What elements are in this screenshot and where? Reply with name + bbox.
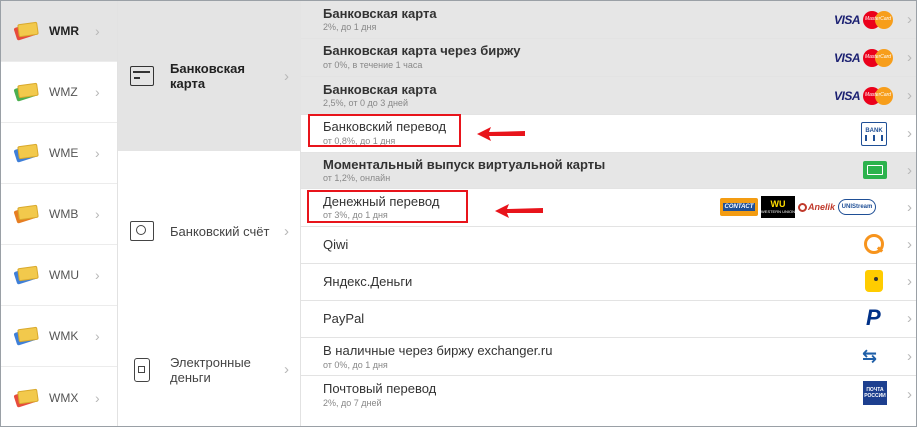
red-arrow-icon [477,127,525,141]
option-bank-card-2[interactable]: Банковская карта 2,5%, от 0 до 3 дней VI… [301,77,916,115]
option-subtitle: 2,5%, от 0 до 3 дней [323,98,408,108]
option-title: Банковская карта через биржу [323,43,521,58]
option-title: Qiwi [323,237,349,252]
method-type-list: Банковская карта › Банковский счёт › Эле… [118,1,301,426]
chevron-right-icon: › [907,199,912,216]
chevron-right-icon: › [95,145,100,161]
chevron-right-icon: › [95,267,100,283]
wallet-icon [13,204,39,224]
safe-icon [130,221,154,241]
chevron-right-icon: › [95,389,100,406]
chevron-right-icon: › [907,386,912,403]
yandex-money-icon [865,270,883,292]
wallet-icon [13,143,39,163]
chevron-right-icon: › [907,162,912,179]
option-qiwi[interactable]: Qiwi › [301,227,916,264]
wallet-icon [13,388,39,408]
russian-post-icon: ПОЧТА РОССИИ [863,381,887,405]
wallet-label: WMU [49,268,79,282]
contact-logo: CONTACT [720,198,758,216]
option-subtitle: от 0%, в течение 1 часа [323,60,423,70]
type-label: Банковская карта [170,61,245,91]
wallet-label: WMK [49,329,79,343]
wallet-item-wmx[interactable]: WMX › [1,367,117,426]
chevron-right-icon: › [907,273,912,290]
wallet-icon [13,21,39,41]
payment-option-list: Банковская карта 2%, до 1 дня VISA Maste… [301,1,916,426]
option-bank-card-1[interactable]: Банковская карта 2%, до 1 дня VISA Maste… [301,1,916,39]
chevron-right-icon: › [95,206,100,222]
wallet-item-wme[interactable]: WME › [1,123,117,184]
highlight-box-money-transfer [307,190,468,223]
option-title: PayPal [323,311,365,326]
wallet-item-wmu[interactable]: WMU › [1,245,117,306]
chevron-right-icon: › [95,23,100,39]
highlight-box-bank-transfer [308,114,461,147]
money-transfer-logos: CONTACT WU WESTERN UNION Anelik UNIStrea… [720,196,877,218]
option-title: В наличные через биржу exchanger.ru [323,343,553,358]
option-subtitle: 2%, до 1 дня [323,22,377,32]
option-virtual-card[interactable]: Моментальный выпуск виртуальной карты от… [301,153,916,189]
option-subtitle: 2%, до 7 дней [323,398,382,408]
red-arrow-icon [495,204,543,218]
option-title: Почтовый перевод [323,381,437,396]
chevron-right-icon: › [284,222,289,240]
chevron-right-icon: › [907,87,912,104]
wallet-icon [13,82,39,102]
chevron-right-icon: › [907,310,912,327]
chevron-right-icon: › [907,125,912,142]
option-exchanger-cash[interactable]: В наличные через биржу exchanger.ru от 0… [301,338,916,376]
wallet-item-wmr[interactable]: WMR › [1,1,117,62]
chevron-right-icon: › [907,236,912,253]
chevron-right-icon: › [907,348,912,365]
wallet-item-wmz[interactable]: WMZ › [1,62,117,123]
type-item-bank-card[interactable]: Банковская карта › [118,1,301,151]
type-item-bank-account[interactable]: Банковский счёт › [118,151,301,311]
wallet-icon [13,326,39,346]
visa-mastercard-logo: VISA MasterCard [834,49,894,67]
option-post-transfer[interactable]: Почтовый перевод 2%, до 7 дней ПОЧТА РОС… [301,376,916,426]
wallet-label: WMX [49,390,79,405]
western-union-logo: WU WESTERN UNION [761,196,795,218]
wallet-list: WMR › WMZ › WME › WMB › WMU › WMK › WMX … [1,1,118,426]
option-subtitle: от 1,2%, онлайн [323,173,391,183]
chevron-right-icon: › [284,67,289,85]
bank-card-icon [130,66,154,86]
chevron-right-icon: › [95,84,100,100]
option-title: Банковская карта [323,82,437,97]
anelik-logo: Anelik [798,202,835,212]
bank-icon: BANK [861,122,887,146]
wallet-item-wmk[interactable]: WMK › [1,306,117,367]
chevron-right-icon: › [284,361,289,378]
type-label: Электронные деньги [170,354,251,385]
wallet-label: WMB [49,207,79,221]
chevron-right-icon: › [95,328,100,344]
wallet-label: WMR [49,24,79,38]
wallet-label: WME [49,146,79,160]
type-label: Банковский счёт [170,223,270,239]
option-title: Яндекс.Деньги [323,274,413,289]
wallet-icon [13,265,39,285]
visa-mastercard-logo: VISA MasterCard [834,87,894,105]
paypal-icon: P [866,305,881,330]
qiwi-icon [864,234,884,254]
option-subtitle: от 0%, до 1 дня [323,360,388,370]
option-paypal[interactable]: PayPal P › [301,301,916,338]
virtual-card-icon [863,161,887,179]
option-title: Банковская карта [323,6,437,21]
phone-wallet-icon [134,357,150,382]
type-item-e-money[interactable]: Электронные деньги › [118,311,301,426]
payment-window: WMR › WMZ › WME › WMB › WMU › WMK › WMX … [0,0,917,427]
chevron-right-icon: › [907,49,912,66]
wallet-item-wmb[interactable]: WMB › [1,184,117,245]
unistream-logo: UNIStream [838,199,877,215]
option-yandex-money[interactable]: Яндекс.Деньги › [301,264,916,301]
wallet-label: WMZ [49,85,78,99]
chevron-right-icon: › [907,11,912,28]
exchange-arrows-icon: ⇆ [862,346,878,366]
option-title: Моментальный выпуск виртуальной карты [323,157,606,172]
option-bank-card-exchange[interactable]: Банковская карта через биржу от 0%, в те… [301,39,916,77]
visa-mastercard-logo: VISA MasterCard [834,11,894,29]
